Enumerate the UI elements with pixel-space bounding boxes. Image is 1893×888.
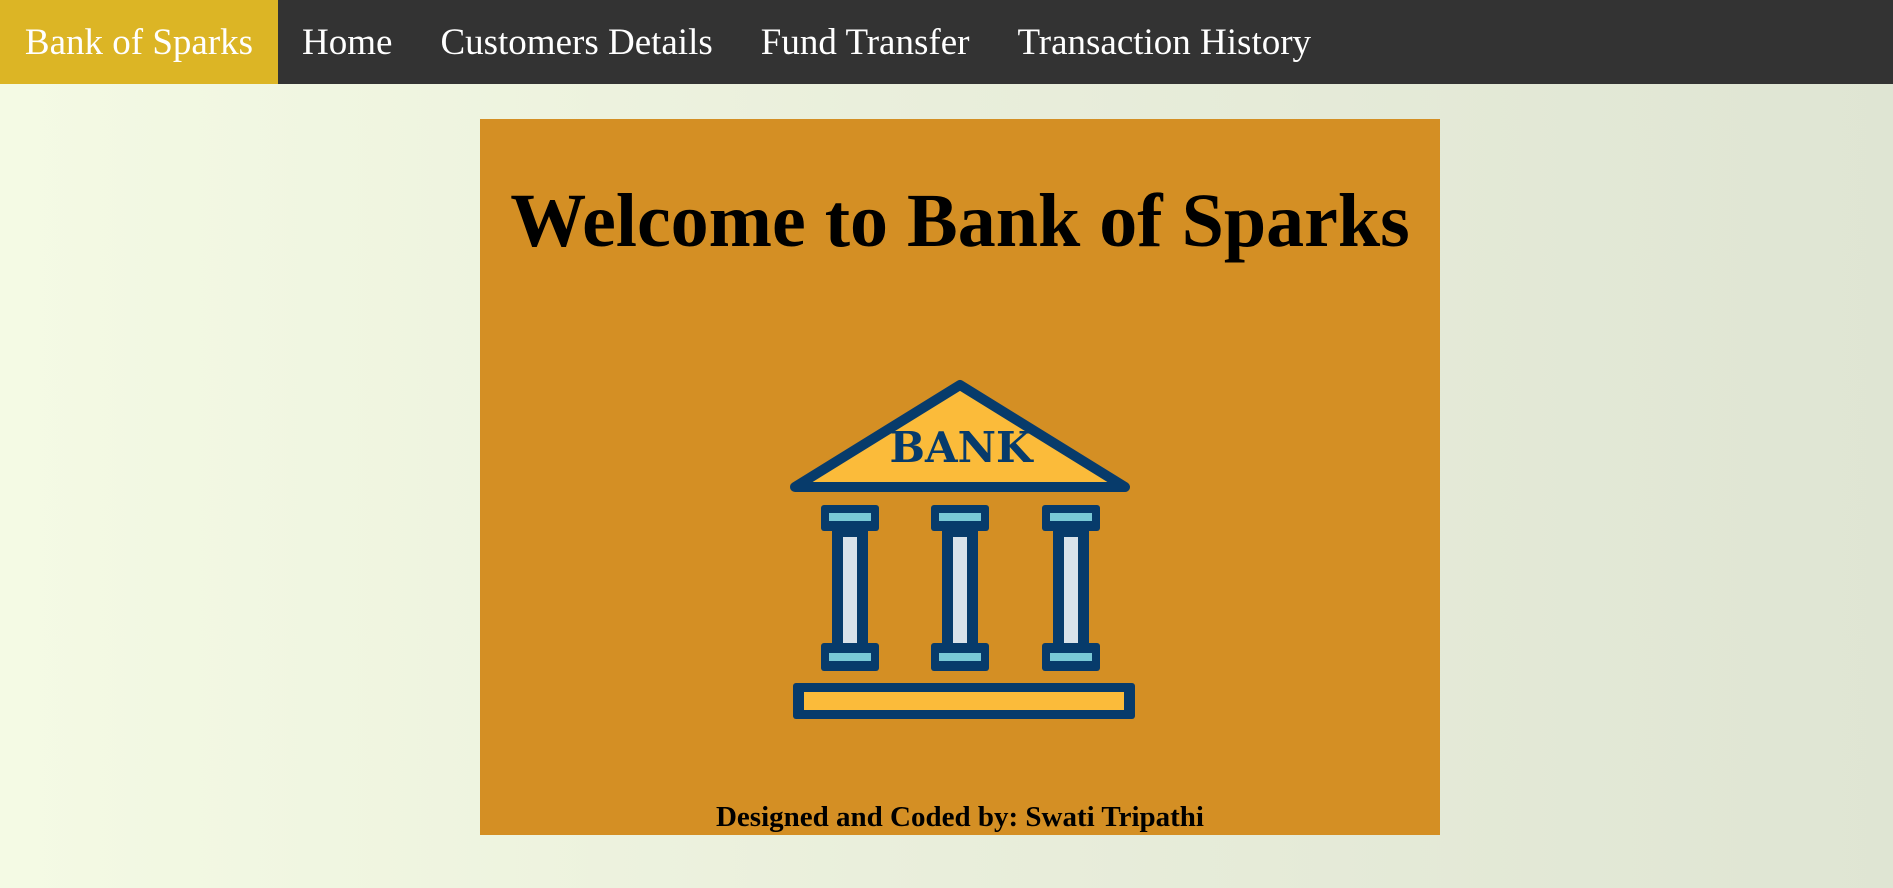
nav-fund-transfer-link[interactable]: Fund Transfer [737, 0, 994, 84]
nav-transaction-history-link[interactable]: Transaction History [993, 0, 1335, 84]
welcome-title: Welcome to Bank of Sparks [510, 179, 1410, 263]
nav-brand-link[interactable]: Bank of Sparks [0, 0, 278, 84]
designer-credit: Designed and Coded by: Swati Tripathi [715, 801, 1204, 833]
bank-icon-label: BANK [890, 423, 1034, 472]
nav-customers-details-link[interactable]: Customers Details [416, 0, 736, 84]
bank-building-icon: BANK [790, 380, 1135, 719]
nav-home-link[interactable]: Home [278, 0, 416, 84]
top-navbar: Bank of Sparks Home Customers Details Fu… [0, 0, 1893, 84]
welcome-card: Welcome to Bank of Sparks BANK Designed … [480, 119, 1440, 835]
